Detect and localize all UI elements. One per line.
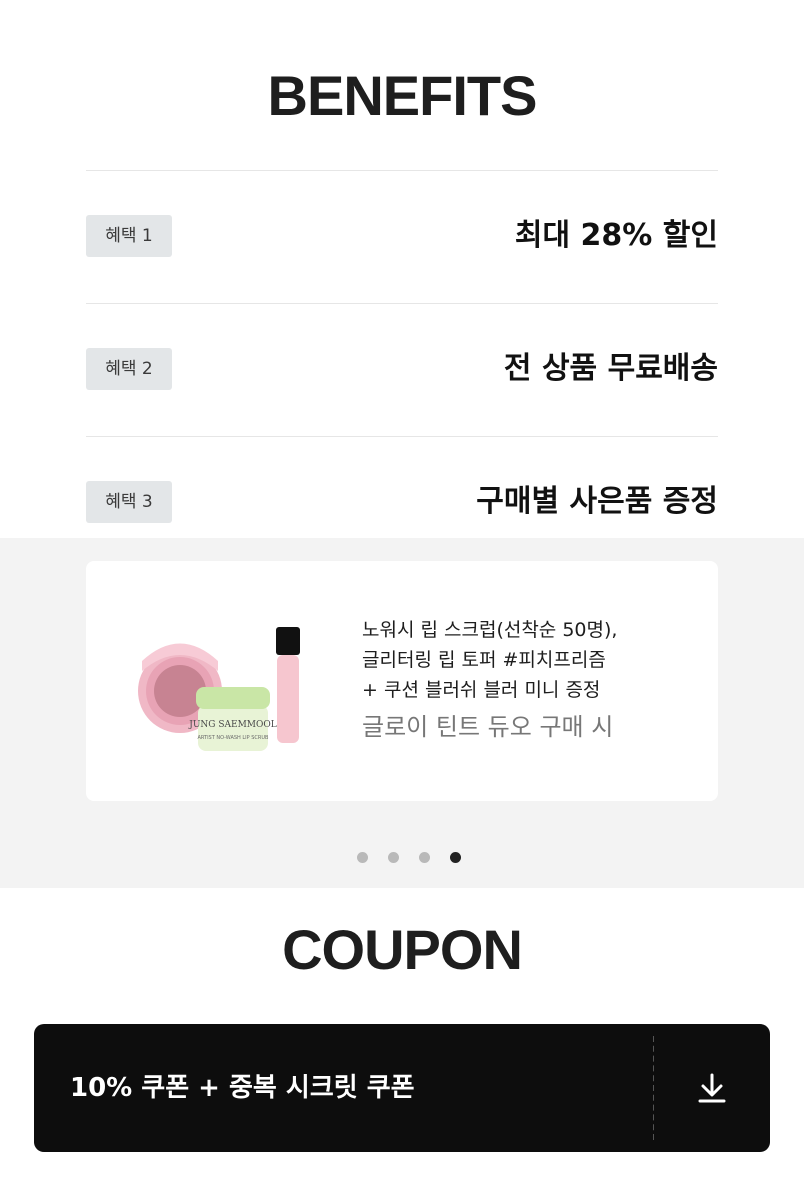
carousel-dot-1[interactable] xyxy=(357,852,368,863)
carousel-dot-3[interactable] xyxy=(419,852,431,863)
divider xyxy=(86,170,718,171)
divider xyxy=(86,303,718,304)
benefit-row-3: 혜택 3 구매별 사은품 증정 xyxy=(86,472,718,532)
benefit-row-2: 혜택 2 전 상품 무료배송 xyxy=(86,339,718,399)
coupon-download-button[interactable] xyxy=(654,1024,770,1152)
coupon-ticket[interactable]: 10% 쿠폰 + 중복 시크릿 쿠폰 xyxy=(34,1024,654,1152)
benefit-badge: 혜택 1 xyxy=(86,215,172,257)
coupon-title: COUPON xyxy=(282,918,523,981)
svg-text:ARTIST NO-WASH LIP SCRUB: ARTIST NO-WASH LIP SCRUB xyxy=(197,735,269,741)
gift-product-image: JUNG SAEMMOOL ARTIST NO-WASH LIP SCRUB xyxy=(138,627,300,751)
carousel-dot-2[interactable] xyxy=(388,852,400,863)
benefits-title: BENEFITS xyxy=(267,64,538,127)
gift-condition: 글로이 틴트 듀오 구매 시 xyxy=(362,713,614,741)
svg-text:JUNG SAEMMOOL: JUNG SAEMMOOL xyxy=(188,720,277,730)
gift-description: 노워시 립 스크럽(선착순 50명), 글리터링 립 토퍼 #피치프리즘 + 쿠… xyxy=(362,619,618,701)
benefit-text: 최대 28% 할인 xyxy=(514,218,718,253)
benefit-text: 구매별 사은품 증정 xyxy=(476,484,718,519)
benefit-text: 전 상품 무료배송 xyxy=(503,351,718,386)
divider xyxy=(86,436,718,437)
gift-card-text: 노워시 립 스크럽(선착순 50명), 글리터링 립 토퍼 #피치프리즘 + 쿠… xyxy=(362,615,702,747)
carousel-pagination xyxy=(357,852,476,864)
carousel-dot-4-active[interactable] xyxy=(450,852,462,863)
download-icon xyxy=(698,1073,726,1103)
gift-card[interactable]: JUNG SAEMMOOL ARTIST NO-WASH LIP SCRUB 노… xyxy=(86,561,718,801)
benefit-badge: 혜택 3 xyxy=(86,481,172,523)
benefit-row-1: 혜택 1 최대 28% 할인 xyxy=(86,206,718,266)
coupon-label: 10% 쿠폰 + 중복 시크릿 쿠폰 xyxy=(70,1073,415,1103)
benefit-badge: 혜택 2 xyxy=(86,348,172,390)
